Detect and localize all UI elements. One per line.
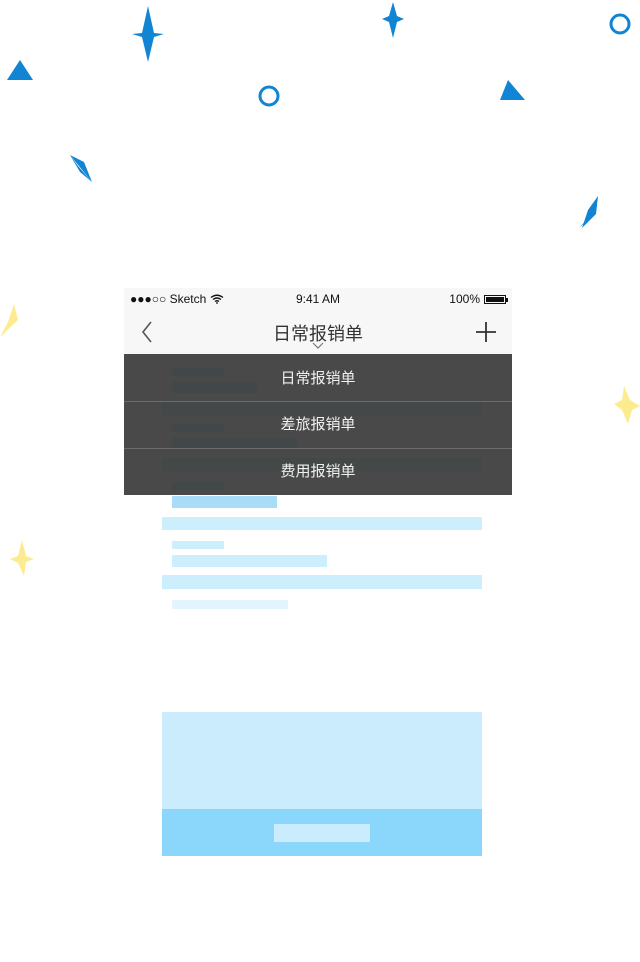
sparkle-icon: [10, 540, 34, 576]
status-battery: 100%: [449, 292, 508, 306]
status-bar: ●●●○○ Sketch 9:41 AM 100%: [124, 288, 512, 310]
placeholder-line: [172, 496, 277, 508]
sparkle-icon: [0, 304, 16, 337]
input-panel: [162, 712, 482, 810]
triangle-icon: [500, 80, 525, 100]
placeholder-line: [172, 555, 327, 567]
sparkle-icon: [614, 386, 640, 424]
sparkle-icon: [70, 155, 92, 182]
chevron-down-icon[interactable]: [312, 342, 324, 350]
battery-icon: [484, 294, 508, 304]
placeholder-line: [172, 541, 224, 549]
menu-item-daily[interactable]: 日常报销单: [124, 356, 512, 402]
menu-item-expense[interactable]: 费用报销单: [124, 449, 512, 495]
placeholder-line: [172, 600, 288, 609]
placeholder-divider: [162, 517, 482, 530]
sparkle-icon: [132, 6, 164, 62]
ring-icon: [609, 13, 631, 35]
navigation-bar: 日常报销单: [124, 310, 512, 354]
menu-item-travel[interactable]: 差旅报销单: [124, 402, 512, 448]
submit-button[interactable]: [274, 824, 370, 842]
placeholder-divider: [162, 575, 482, 589]
triangle-icon: [7, 60, 33, 80]
ring-icon: [258, 85, 280, 107]
sparkle-icon: [382, 2, 404, 38]
phone-mockup: ●●●○○ Sketch 9:41 AM 100% 日常报销单 日常报销单 差旅…: [124, 288, 512, 856]
type-dropdown-menu: 日常报销单 差旅报销单 费用报销单: [124, 354, 512, 495]
battery-label: 100%: [449, 292, 480, 306]
plus-icon[interactable]: [474, 320, 498, 344]
